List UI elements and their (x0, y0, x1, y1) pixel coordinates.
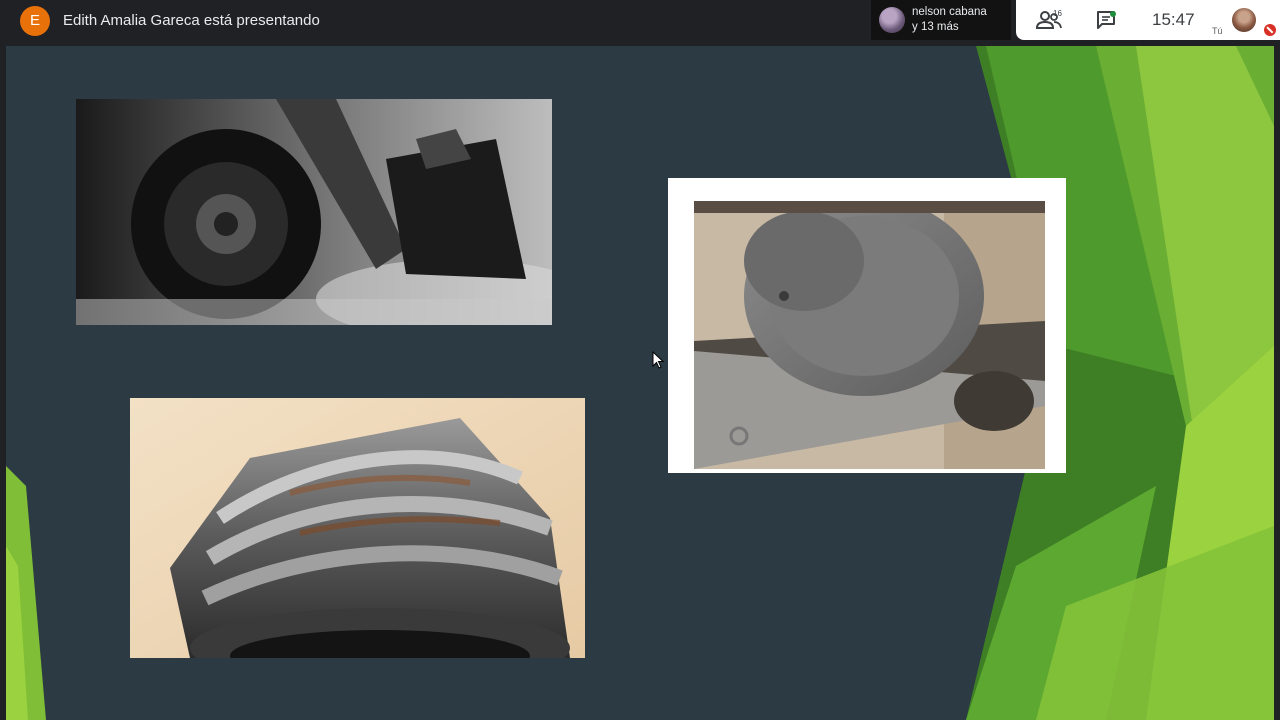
presented-slide (6, 46, 1274, 720)
participant-more: y 13 más (912, 21, 959, 33)
excavator-wheel-photo (76, 99, 552, 325)
participant-avatar (879, 7, 905, 33)
rail-wheel-photo (694, 201, 1045, 469)
gear-wear-photo (130, 398, 585, 658)
meeting-clock: 15:47 (1152, 10, 1195, 29)
mouse-cursor-icon (652, 351, 664, 369)
meeting-controls: 16 15:47 Tú (1016, 0, 1280, 40)
rail-wheel-photo-frame (668, 178, 1066, 473)
participant-name: nelson cabana (912, 6, 987, 18)
people-count-badge: 16 (1053, 9, 1062, 18)
active-speaker-chip[interactable]: nelson cabana y 13 más (871, 0, 1011, 40)
presenter-status-text: Edith Amalia Gareca está presentando (63, 12, 320, 29)
meeting-top-bar: E Edith Amalia Gareca está presentando n… (0, 0, 1280, 40)
self-avatar[interactable] (1232, 8, 1256, 32)
presenter-avatar: E (20, 6, 50, 36)
self-label: Tú (1212, 26, 1223, 36)
chat-notification-dot (1110, 11, 1116, 17)
mic-off-icon (1264, 24, 1276, 36)
